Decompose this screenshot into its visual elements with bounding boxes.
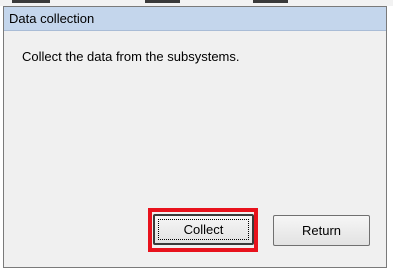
- dialog-message: Collect the data from the subsystems.: [22, 49, 240, 64]
- return-button[interactable]: Return: [273, 215, 370, 246]
- collect-button[interactable]: Collect: [153, 214, 254, 245]
- focus-indicator: [158, 219, 249, 240]
- background-window-fragment: [253, 0, 288, 3]
- background-window-fragment: [145, 0, 180, 3]
- dialog-title: Data collection: [9, 11, 95, 26]
- return-button-label: Return: [301, 223, 342, 238]
- dialog-titlebar[interactable]: Data collection: [4, 7, 386, 31]
- background-window-fragment: [12, 0, 50, 3]
